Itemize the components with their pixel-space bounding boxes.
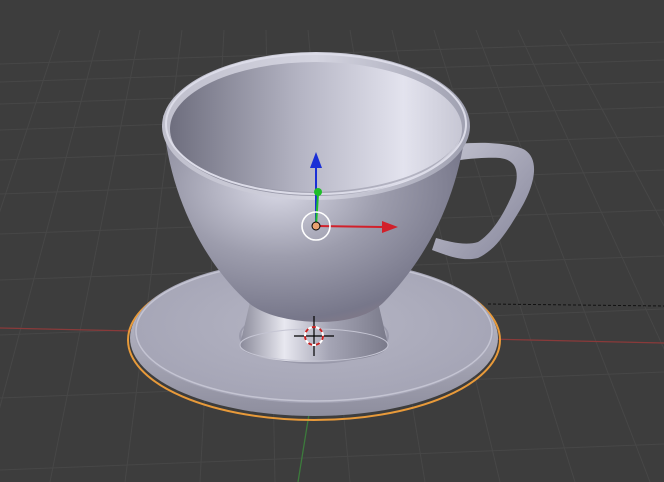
x-axis-handle-line	[315, 225, 387, 228]
object-origin-icon	[311, 221, 321, 231]
y-handle-icon[interactable]	[314, 188, 322, 196]
3d-viewport[interactable]	[0, 0, 664, 482]
